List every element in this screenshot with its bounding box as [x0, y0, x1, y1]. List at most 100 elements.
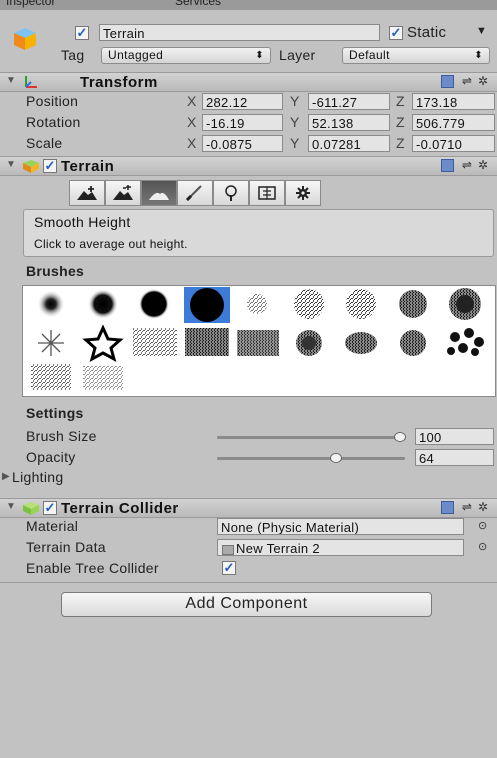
foldout-arrow-icon[interactable]: ▼ — [6, 159, 16, 170]
brush-thumbnail[interactable] — [83, 366, 123, 390]
tool-raise-lower-terrain[interactable] — [69, 180, 105, 206]
opacity-slider-track[interactable] — [217, 457, 405, 460]
help-book-icon[interactable] — [440, 75, 454, 89]
tool-paint-height[interactable] — [105, 180, 141, 206]
tab-services[interactable]: Services — [175, 0, 221, 8]
terrain-component-icon — [22, 159, 40, 177]
transform-header[interactable]: ▼ Transform ⇌ ✲ — [0, 72, 497, 92]
axis-y-label: Y — [290, 93, 300, 109]
gameobject-active-checkbox[interactable]: ✓ — [75, 26, 89, 40]
brush-thumbnail[interactable] — [447, 328, 484, 356]
object-picker-icon[interactable]: ⊙ — [478, 519, 487, 532]
brush-thumbnail[interactable] — [37, 290, 65, 318]
position-y-field[interactable]: -611.27 — [308, 93, 390, 110]
preset-icon[interactable]: ⇌ — [462, 500, 472, 514]
tab-inspector[interactable]: Inspector — [6, 0, 55, 8]
help-book-icon[interactable] — [440, 501, 454, 515]
tool-paint-texture[interactable] — [177, 180, 213, 206]
brush-thumbnail[interactable] — [400, 330, 426, 356]
brush-thumbnail[interactable] — [185, 328, 229, 356]
terrain-data-object-field[interactable]: New Terrain 2 — [217, 539, 464, 556]
gameobject-name-input[interactable]: Terrain — [99, 24, 380, 41]
material-object-field[interactable]: None (Physic Material) — [217, 518, 464, 535]
brush-size-slider-track[interactable] — [217, 436, 405, 439]
gear-icon[interactable]: ✲ — [478, 158, 488, 172]
brush-size-slider-knob[interactable] — [394, 432, 406, 442]
help-text: Click to average out height. — [34, 237, 188, 251]
opacity-field[interactable]: 64 — [415, 449, 494, 466]
static-dropdown-arrow[interactable]: ▼ — [476, 25, 487, 37]
rotation-z-field[interactable]: 506.779 — [412, 114, 495, 131]
tag-value: Untagged — [108, 48, 164, 62]
tag-dropdown[interactable]: Untagged ⬍ — [101, 47, 271, 64]
terrain-title: Terrain — [61, 158, 115, 175]
foldout-arrow-icon[interactable]: ▼ — [6, 501, 16, 512]
gameobject-cube-icon — [12, 26, 38, 52]
brush-thumbnail[interactable] — [31, 364, 71, 390]
tool-smooth-height[interactable] — [141, 180, 177, 206]
rotation-x-field[interactable]: -16.19 — [202, 114, 283, 131]
brush-thumbnail[interactable] — [294, 289, 324, 319]
terrain-collider-header[interactable]: ▼ ✓ Terrain Collider ⇌ ✲ — [0, 498, 497, 518]
brush-thumbnail[interactable] — [133, 328, 177, 356]
terrain-enabled-checkbox[interactable]: ✓ — [43, 159, 57, 173]
terrain-collider-enabled-checkbox[interactable]: ✓ — [43, 501, 57, 515]
static-checkbox[interactable]: ✓ — [389, 26, 403, 40]
brush-thumbnail[interactable] — [38, 330, 64, 356]
position-x-field[interactable]: 282.12 — [202, 93, 283, 110]
brush-thumbnail[interactable] — [237, 330, 279, 356]
position-z-field[interactable]: 173.18 — [412, 93, 495, 110]
axis-y-label: Y — [290, 114, 300, 130]
axis-z-label: Z — [396, 93, 405, 109]
tool-terrain-settings[interactable] — [285, 180, 321, 206]
enable-tree-collider-checkbox[interactable]: ✓ — [222, 561, 236, 575]
terrain-header[interactable]: ▼ ✓ Terrain ⇌ ✲ — [0, 156, 497, 176]
settings-gear-icon — [296, 186, 310, 200]
opacity-slider-knob[interactable] — [330, 453, 342, 463]
foldout-arrow-icon[interactable]: ▼ — [6, 75, 16, 86]
tree-icon — [225, 185, 237, 201]
layer-dropdown[interactable]: Default ⬍ — [342, 47, 490, 64]
brush-thumbnail[interactable] — [247, 294, 267, 314]
object-picker-icon[interactable]: ⊙ — [478, 540, 487, 553]
gear-icon[interactable]: ✲ — [478, 74, 488, 88]
brush-thumbnail[interactable] — [345, 332, 377, 354]
tool-place-trees[interactable] — [213, 180, 249, 206]
brush-thumbnail[interactable] — [88, 289, 118, 319]
scale-label: Scale — [26, 135, 63, 151]
tool-paint-details[interactable] — [249, 180, 285, 206]
scale-x-field[interactable]: -0.0875 — [202, 135, 283, 152]
preset-icon[interactable]: ⇌ — [462, 74, 472, 88]
smooth-height-icon — [149, 192, 169, 200]
brush-size-field[interactable]: 100 — [415, 428, 494, 445]
brush-thumbnail[interactable] — [190, 288, 224, 322]
brushes-label: Brushes — [26, 263, 85, 279]
terrain-data-value: New Terrain 2 — [236, 541, 320, 556]
material-label: Material — [26, 518, 79, 534]
brush-thumbnails — [31, 287, 484, 390]
tag-label: Tag — [61, 47, 85, 63]
brush-palette[interactable] — [22, 285, 496, 397]
brush-thumbnail[interactable] — [82, 324, 124, 363]
tool-help-box: Smooth Height Click to average out heigh… — [23, 209, 494, 257]
lighting-foldout[interactable]: Lighting — [12, 469, 63, 485]
preset-icon[interactable]: ⇌ — [462, 158, 472, 172]
gear-icon[interactable]: ✲ — [478, 500, 488, 514]
add-component-button[interactable]: Add Component — [61, 592, 432, 617]
axis-y-label: Y — [290, 135, 300, 151]
axis-x-label: X — [187, 93, 197, 109]
brush-thumbnail[interactable] — [399, 290, 427, 318]
position-label: Position — [26, 93, 79, 109]
brush-thumbnail[interactable] — [139, 289, 169, 319]
section-divider — [0, 582, 497, 583]
opacity-label: Opacity — [26, 449, 76, 465]
scale-z-field[interactable]: -0.0710 — [412, 135, 495, 152]
axis-z-label: Z — [396, 135, 405, 151]
help-title: Smooth Height — [34, 214, 131, 230]
scale-y-field[interactable]: 0.07281 — [308, 135, 390, 152]
transform-title: Transform — [80, 74, 158, 91]
rotation-y-field[interactable]: 52.138 — [308, 114, 390, 131]
brush-thumbnail[interactable] — [346, 289, 376, 319]
help-book-icon[interactable] — [440, 159, 454, 173]
lighting-foldout-arrow-icon[interactable]: ▶ — [2, 471, 10, 482]
